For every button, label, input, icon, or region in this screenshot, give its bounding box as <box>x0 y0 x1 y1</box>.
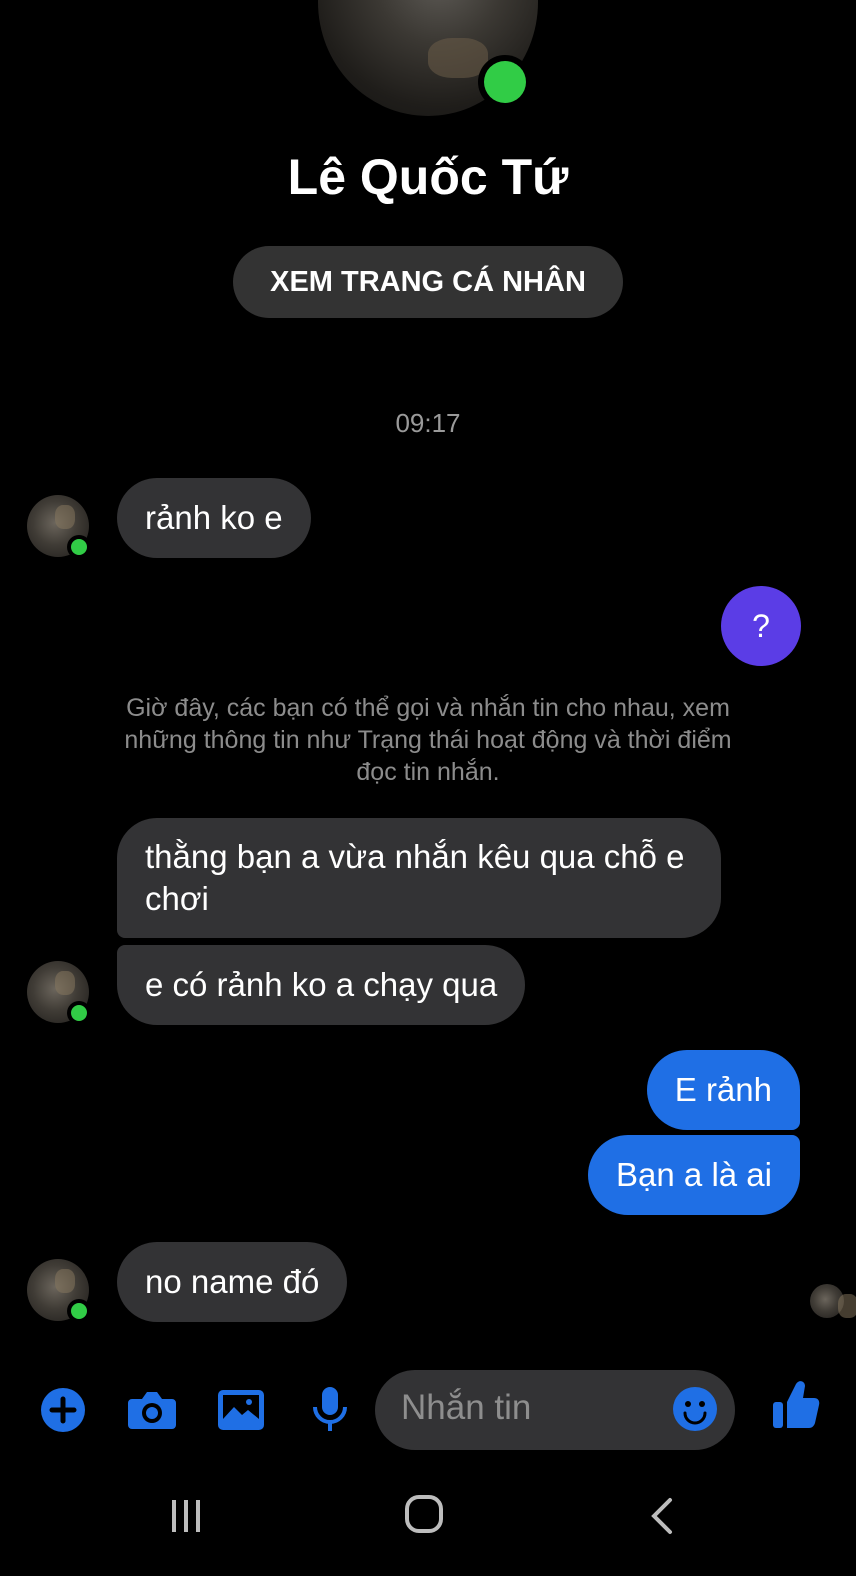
message-timestamp: 09:17 <box>395 408 461 438</box>
gallery-icon[interactable] <box>213 1382 269 1438</box>
message-bubble-incoming[interactable]: rảnh ko e <box>117 478 311 558</box>
contact-name: Lê Quốc Tứ <box>287 149 569 205</box>
message-bubble-incoming[interactable]: no name đó <box>117 1242 348 1322</box>
message-bubble-outgoing[interactable]: E rảnh <box>646 1050 800 1130</box>
online-status-dot <box>71 1005 87 1021</box>
seen-receipt-avatar <box>810 1284 856 1318</box>
microphone-icon[interactable] <box>302 1382 358 1438</box>
message-bubble-incoming[interactable]: thằng bạn a vừa nhắn kêu qua chỗ e chơi <box>117 818 721 938</box>
recent-apps-icon[interactable] <box>156 1486 216 1546</box>
message-input-placeholder: Nhắn tin <box>401 1388 532 1427</box>
online-status-dot <box>71 539 87 555</box>
home-icon[interactable] <box>394 1484 454 1544</box>
view-profile-button[interactable]: XEM TRANG CÁ NHÂN <box>233 246 623 318</box>
system-notice: Giờ đây, các bạn có thể gọi và nhắn tin … <box>124 694 732 786</box>
message-bubble-outgoing[interactable]: Bạn a là ai <box>588 1135 800 1215</box>
online-status-dot <box>484 61 526 103</box>
plus-icon[interactable] <box>35 1382 91 1438</box>
camera-icon[interactable] <box>124 1382 180 1438</box>
online-status-dot <box>71 1303 87 1319</box>
help-button[interactable]: ? <box>721 586 801 666</box>
thumbs-up-icon[interactable] <box>768 1375 824 1435</box>
emoji-icon[interactable] <box>672 1386 718 1432</box>
message-bubble-incoming[interactable]: e có rảnh ko a chạy qua <box>117 945 526 1025</box>
back-icon[interactable] <box>634 1486 694 1546</box>
